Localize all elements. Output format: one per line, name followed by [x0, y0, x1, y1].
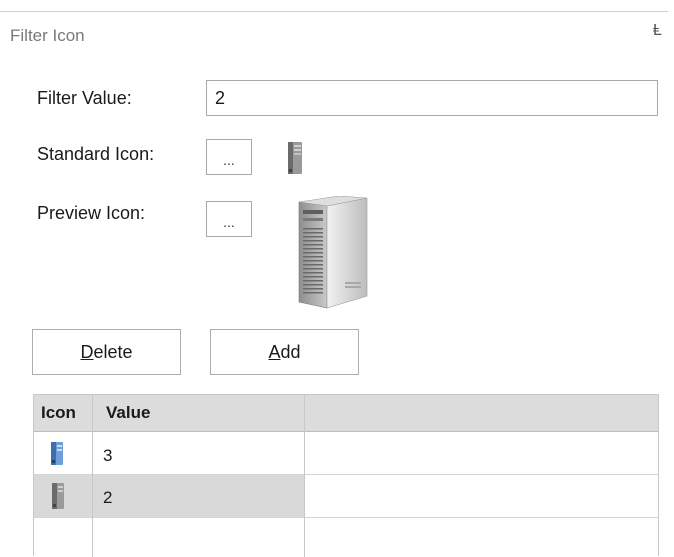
panel-top-border — [0, 11, 668, 12]
filter-value-label: Filter Value: — [37, 88, 132, 108]
column-divider — [304, 395, 305, 557]
standard-icon-label: Standard Icon: — [37, 144, 155, 164]
table-row-selected[interactable]: 2 — [34, 475, 658, 518]
column-divider — [92, 395, 93, 557]
server-tower-icon — [52, 483, 64, 509]
panel-title: Filter Icon — [10, 26, 85, 45]
server-tower-blue-icon — [51, 442, 63, 465]
standard-icon-browse-button[interactable]: ... — [206, 139, 252, 175]
column-header-value[interactable]: Value — [106, 395, 150, 431]
preview-icon-browse-button[interactable]: ... — [206, 201, 252, 237]
add-button[interactable]: Add — [210, 329, 359, 375]
selection-highlight — [34, 475, 304, 517]
delete-button[interactable]: Delete — [32, 329, 181, 375]
table-row[interactable]: 3 — [34, 432, 658, 475]
pin-icon[interactable]: Ⱡ — [653, 22, 662, 40]
server-tower-preview-icon — [298, 196, 368, 309]
column-header-icon[interactable]: Icon — [41, 395, 76, 431]
filter-value-input[interactable] — [206, 80, 658, 116]
preview-icon-label: Preview Icon: — [37, 203, 146, 223]
row-value: 2 — [103, 488, 113, 507]
grid-header: Icon Value — [34, 395, 658, 432]
row-value: 3 — [103, 446, 113, 465]
filter-grid[interactable]: Icon Value 3 2 — [33, 394, 659, 557]
server-tower-icon — [288, 142, 302, 174]
